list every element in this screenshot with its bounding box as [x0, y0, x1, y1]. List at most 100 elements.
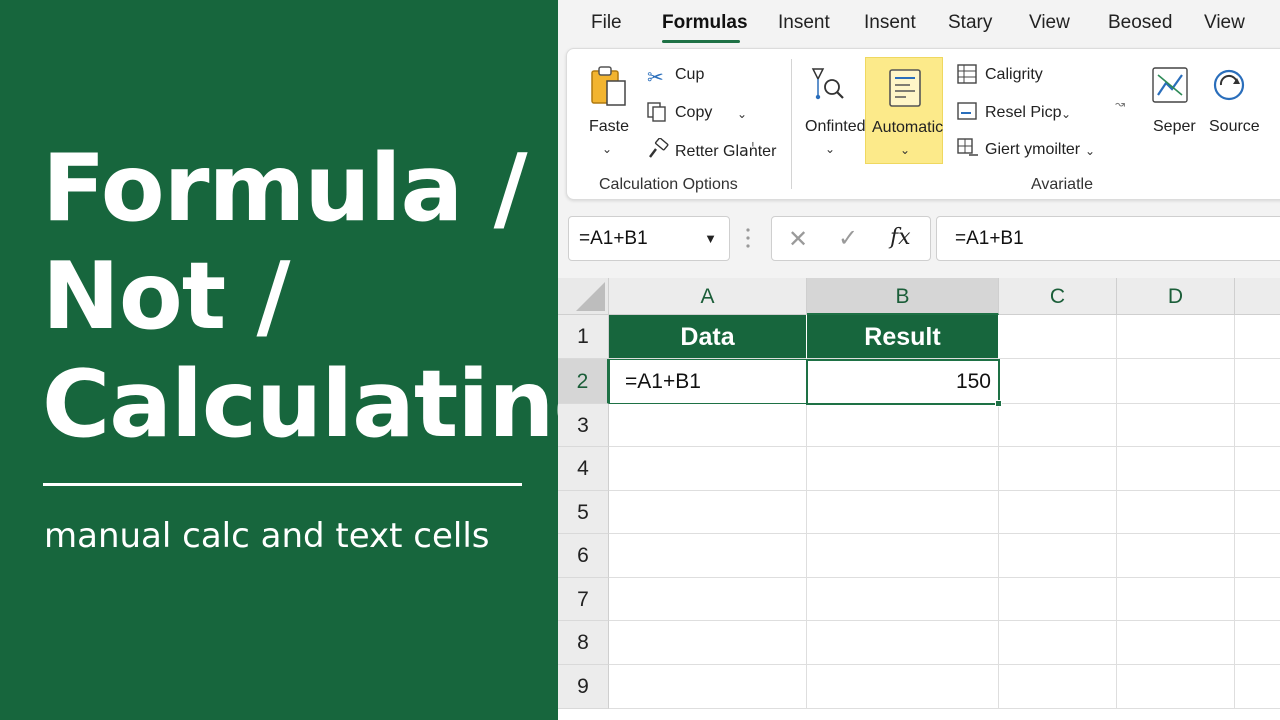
grid-cell[interactable] [999, 578, 1117, 621]
column-header-a[interactable]: A [609, 278, 807, 315]
grid-cell[interactable] [999, 447, 1117, 491]
grid-cell[interactable] [1235, 404, 1280, 447]
menu-insent-2[interactable]: Insent [864, 12, 916, 34]
formula-input[interactable]: =A1+B1 [936, 216, 1280, 261]
cell-a1[interactable]: Data [609, 315, 807, 359]
grid-cell[interactable] [609, 447, 807, 491]
fill-handle[interactable] [995, 400, 1002, 407]
grid-cell[interactable] [1235, 578, 1280, 621]
ribbon: Faste ⌄ ✂ Cup Copy ⌄ Retter Glaٰnter Cal… [566, 48, 1280, 200]
grid-cell[interactable] [609, 578, 807, 621]
grid-cell[interactable] [807, 534, 999, 578]
menu-view[interactable]: View [1029, 12, 1070, 34]
grid-cell[interactable] [1117, 315, 1235, 359]
menu-beosed[interactable]: Beosed [1108, 12, 1172, 34]
grid-cell[interactable] [1117, 665, 1235, 709]
menu-stary[interactable]: Stary [948, 12, 992, 34]
source-button[interactable]: Source [1209, 118, 1260, 136]
row-header-3[interactable]: 3 [558, 404, 609, 447]
cell-b1[interactable]: Result [807, 315, 999, 359]
onfinted-button[interactable]: Onfinted [805, 118, 865, 136]
grid-cell[interactable] [999, 491, 1117, 534]
grid-cell[interactable] [807, 404, 999, 447]
row-header-8[interactable]: 8 [558, 621, 609, 665]
headline-line-2: Not / [42, 242, 291, 350]
caligrity-button[interactable]: Caligrity [985, 66, 1043, 84]
grid-cell[interactable] [1235, 621, 1280, 665]
grid-cell[interactable] [1117, 447, 1235, 491]
grid-cell[interactable] [807, 447, 999, 491]
grid-cell[interactable] [999, 621, 1117, 665]
grid-cell[interactable] [1235, 665, 1280, 709]
giert-filter-button[interactable]: Giert ymoilter [985, 141, 1080, 159]
grid-cell[interactable] [1117, 359, 1235, 404]
cell-b2[interactable]: 150 [806, 359, 1000, 405]
row-header-2[interactable]: 2 [558, 359, 609, 404]
grid-cell[interactable] [1117, 578, 1235, 621]
grid-cell[interactable] [807, 578, 999, 621]
menu-file[interactable]: File [591, 12, 622, 34]
grid-cell[interactable] [609, 491, 807, 534]
resel-picp-button[interactable]: Resel Picp [985, 104, 1061, 122]
row-header-5[interactable]: 5 [558, 491, 609, 534]
cancel-icon[interactable]: ✕ [788, 225, 808, 254]
cell-a2[interactable]: =A1+B1 [609, 359, 807, 404]
dropdown-arrow-icon[interactable]: ▼ [704, 231, 717, 246]
grid-cell[interactable] [999, 359, 1117, 404]
menu-view-2[interactable]: View [1204, 12, 1245, 34]
drag-handle-icon[interactable] [746, 226, 750, 250]
grid-cell[interactable] [609, 534, 807, 578]
row-header-7[interactable]: 7 [558, 578, 609, 621]
grid-cell[interactable] [999, 534, 1117, 578]
row-header-9[interactable]: 9 [558, 665, 609, 709]
chevron-down-icon: ⌄ [900, 143, 911, 157]
menu-insent[interactable]: Insent [778, 12, 830, 34]
copy-button[interactable]: Copy [675, 104, 712, 122]
grid-cell[interactable] [609, 621, 807, 665]
grid-cell[interactable] [999, 315, 1117, 359]
grid-cell[interactable] [1235, 359, 1280, 404]
column-header-e[interactable] [1235, 278, 1280, 315]
formula-text: =A1+B1 [955, 228, 1024, 249]
chevron-down-icon[interactable]: ⌄ [825, 142, 835, 156]
select-all-corner[interactable] [558, 278, 609, 315]
chevron-down-icon[interactable]: ⌄ [1061, 107, 1071, 121]
name-box-value: =A1+B1 [579, 228, 648, 249]
grid-cell[interactable] [1117, 491, 1235, 534]
grid-cell[interactable] [807, 491, 999, 534]
chevron-down-icon[interactable]: ⌄ [602, 142, 612, 156]
name-box[interactable]: =A1+B1 ▼ [568, 216, 730, 261]
column-header-d[interactable]: D [1117, 278, 1235, 315]
grid-cell[interactable] [1235, 534, 1280, 578]
format-painter-button[interactable]: Retter Glaٰnter [675, 141, 776, 161]
seper-button[interactable]: Seper [1153, 118, 1196, 136]
paste-button[interactable]: Faste [589, 118, 629, 136]
grid-cell[interactable] [609, 404, 807, 447]
small-arrow-icon: ↝ [1115, 97, 1126, 111]
chevron-down-icon[interactable]: ⌄ [737, 107, 747, 121]
menu-formulas[interactable]: Formulas [662, 12, 748, 34]
grid-cell[interactable] [609, 665, 807, 709]
grid-cell[interactable] [807, 665, 999, 709]
grid-cell[interactable] [1117, 534, 1235, 578]
row-header-1[interactable]: 1 [558, 315, 609, 359]
grid-cell[interactable] [1117, 404, 1235, 447]
grid-cell[interactable] [999, 665, 1117, 709]
enter-check-icon[interactable]: ✓ [838, 224, 858, 253]
grid-cell[interactable] [807, 621, 999, 665]
insert-function-icon[interactable]: fx [890, 225, 911, 250]
column-header-b[interactable]: B [807, 278, 999, 315]
column-header-c[interactable]: C [999, 278, 1117, 315]
cut-button[interactable]: Cup [675, 66, 704, 84]
grid-cell[interactable] [1117, 621, 1235, 665]
grid-cell[interactable] [1235, 491, 1280, 534]
row-header-4[interactable]: 4 [558, 447, 609, 491]
row-header-6[interactable]: 6 [558, 534, 609, 578]
headline: Formula / Not / Calculating [42, 134, 620, 458]
grid-cell[interactable] [1235, 315, 1280, 359]
automatic-calculation-button[interactable]: Automatic ⌄ [865, 57, 943, 164]
grid-cell[interactable] [999, 404, 1117, 447]
chevron-down-icon[interactable]: ⌄ [1085, 144, 1095, 158]
grid-cell[interactable] [1235, 447, 1280, 491]
clipboard-icon[interactable] [587, 65, 631, 114]
